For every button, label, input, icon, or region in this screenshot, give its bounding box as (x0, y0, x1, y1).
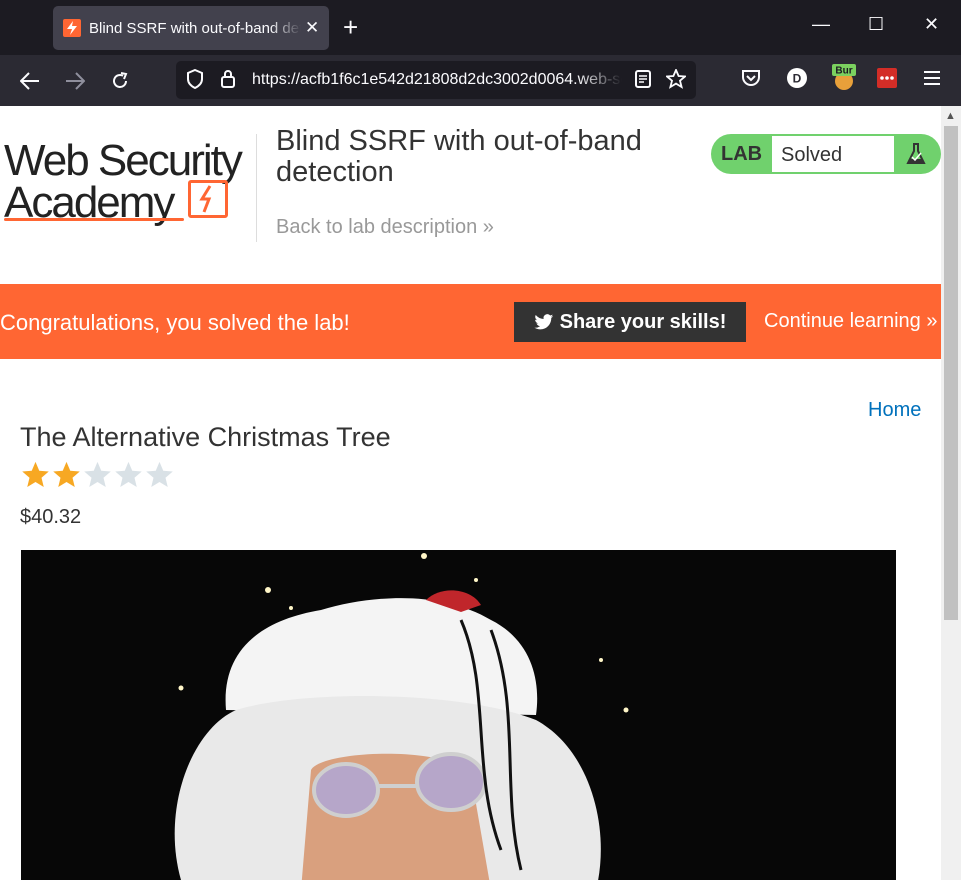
lab-status: Solved (772, 136, 894, 172)
product-price: $40.32 (20, 506, 82, 528)
bookmark-star-icon[interactable] (664, 67, 688, 94)
browser-tab[interactable]: Blind SSRF with out-of-band detection ✕ (53, 6, 329, 50)
product-image (21, 550, 896, 880)
back-to-description-link[interactable]: Back to lab description » (276, 216, 494, 239)
burp-extension-icon[interactable]: Bur (832, 63, 856, 91)
web-security-academy-logo[interactable]: Web Security Academy (4, 130, 254, 227)
forward-button[interactable] (59, 65, 91, 97)
extension-d-icon[interactable]: D (786, 67, 808, 89)
lab-status-text: Solved (781, 144, 843, 166)
lightning-icon (188, 180, 228, 218)
lab-badge-label: LAB (721, 143, 763, 165)
header-divider (256, 134, 257, 242)
flask-icon (903, 141, 929, 167)
new-tab-button[interactable]: + (343, 14, 358, 40)
pocket-icon[interactable] (740, 67, 762, 89)
browser-nav-bar: https://acfb1f6c1e542d21808d2dc3002d0064… (0, 55, 961, 106)
lock-icon[interactable] (220, 69, 236, 94)
share-button-label: Share your skills! (559, 310, 727, 333)
reader-view-icon[interactable] (634, 69, 652, 94)
lightning-icon (63, 19, 81, 37)
congratulations-banner: Congratulations, you solved the lab! Sha… (0, 284, 941, 359)
url-text[interactable]: https://acfb1f6c1e542d21808d2dc3002d0064… (252, 71, 622, 89)
twitter-icon (534, 313, 553, 329)
password-manager-icon[interactable] (876, 67, 898, 89)
star-empty-icon (146, 461, 173, 487)
logo-underline (4, 218, 184, 221)
lab-status-badge: LAB Solved (711, 134, 941, 174)
close-tab-icon[interactable]: ✕ (305, 18, 319, 38)
svg-text:Bur: Bur (835, 66, 852, 77)
arrow-right-icon (66, 72, 85, 90)
back-button[interactable] (14, 65, 46, 97)
star-rating (20, 460, 175, 490)
star-empty-icon (84, 461, 111, 487)
maximize-button[interactable]: ☐ (868, 14, 884, 35)
shield-icon[interactable] (186, 68, 204, 94)
reload-button[interactable] (104, 65, 136, 97)
product-title: The Alternative Christmas Tree (20, 422, 391, 452)
close-window-button[interactable]: ✕ (924, 14, 939, 35)
home-link[interactable]: Home (868, 399, 921, 422)
arrow-left-icon (20, 72, 39, 90)
tab-title: Blind SSRF with out-of-band detection (89, 19, 301, 37)
scroll-thumb[interactable] (944, 126, 958, 620)
reload-icon (113, 72, 128, 88)
minimize-button[interactable]: — (812, 14, 830, 35)
url-bar[interactable]: https://acfb1f6c1e542d21808d2dc3002d0064… (176, 61, 696, 99)
star-empty-icon (115, 461, 142, 487)
svg-text:D: D (793, 72, 802, 86)
star-filled-icon (22, 461, 49, 487)
page-scrollbar[interactable]: ▲ (941, 106, 961, 880)
share-skills-button[interactable]: Share your skills! (514, 302, 746, 342)
continue-learning-link[interactable]: Continue learning » (764, 310, 937, 333)
menu-icon[interactable] (921, 67, 943, 89)
page-content: Web Security Academy Blind SSRF with out… (0, 106, 941, 880)
star-filled-icon (53, 461, 80, 487)
browser-tab-bar: Blind SSRF with out-of-band detection ✕ … (0, 0, 961, 55)
congratulations-text: Congratulations, you solved the lab! (0, 310, 350, 335)
lab-title: Blind SSRF with out-of-band detection (276, 125, 642, 188)
scroll-up-icon[interactable]: ▲ (945, 110, 956, 122)
